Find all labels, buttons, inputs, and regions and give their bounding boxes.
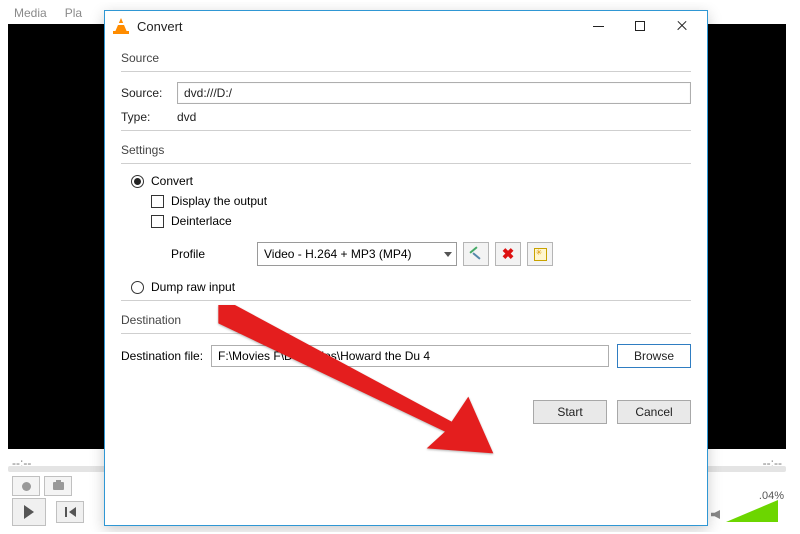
chevron-down-icon [444, 252, 452, 257]
profile-select[interactable]: Video - H.264 + MP3 (MP4) [257, 242, 457, 266]
radio-icon [131, 281, 144, 294]
divider [121, 300, 691, 301]
tools-icon [469, 247, 483, 261]
titlebar[interactable]: Convert [105, 11, 707, 41]
settings-group: Settings Convert Display the output Dein… [121, 143, 691, 301]
divider [121, 130, 691, 131]
dialog-title: Convert [137, 19, 577, 34]
camera-icon [53, 482, 64, 490]
menu-play-truncated[interactable]: Pla [65, 6, 82, 20]
volume-slider[interactable] [726, 500, 778, 522]
settings-group-title: Settings [121, 143, 691, 157]
dump-raw-radio[interactable]: Dump raw input [131, 280, 691, 294]
deinterlace-checkbox[interactable]: Deinterlace [151, 214, 691, 228]
start-button[interactable]: Start [533, 400, 607, 424]
source-input[interactable]: dvd:///D:/ [177, 82, 691, 104]
source-label: Source: [121, 86, 169, 100]
deinterlace-label: Deinterlace [171, 214, 232, 228]
delete-profile-button[interactable]: ✖ [495, 242, 521, 266]
vlc-menubar: Media Pla [14, 6, 82, 20]
speaker-icon[interactable] [711, 508, 722, 522]
menu-media[interactable]: Media [14, 6, 47, 20]
record-icon [22, 482, 31, 491]
snapshot-button[interactable] [44, 476, 72, 496]
dialog-footer: Start Cancel [105, 390, 707, 424]
maximize-icon [635, 21, 645, 31]
close-button[interactable] [661, 12, 703, 40]
destination-file-label: Destination file: [121, 349, 203, 363]
delete-icon: ✖ [502, 245, 515, 263]
browse-button[interactable]: Browse [617, 344, 691, 368]
destination-group-title: Destination [121, 313, 691, 327]
edit-profile-button[interactable] [463, 242, 489, 266]
profile-value: Video - H.264 + MP3 (MP4) [264, 247, 412, 261]
new-profile-icon [534, 248, 547, 261]
source-group-title: Source [121, 51, 691, 65]
new-profile-button[interactable] [527, 242, 553, 266]
destination-file-input[interactable]: F:\Movies F\DVD Rips\Howard the Du 4 [211, 345, 609, 367]
play-button[interactable] [12, 498, 46, 526]
play-icon [24, 505, 34, 519]
divider [121, 163, 691, 164]
radio-icon [131, 175, 144, 188]
previous-button[interactable] [56, 501, 84, 523]
divider [121, 333, 691, 334]
convert-radio-label: Convert [151, 174, 193, 188]
dump-raw-label: Dump raw input [151, 280, 235, 294]
vlc-cone-icon [113, 18, 129, 34]
destination-group: Destination Destination file: F:\Movies … [121, 313, 691, 368]
checkbox-icon [151, 195, 164, 208]
display-output-checkbox[interactable]: Display the output [151, 194, 691, 208]
source-group: Source Source: dvd:///D:/ Type: dvd [121, 51, 691, 131]
volume-percent: .04% [759, 490, 784, 502]
close-icon [676, 20, 688, 32]
display-output-label: Display the output [171, 194, 267, 208]
minimize-icon [593, 26, 604, 27]
cancel-button[interactable]: Cancel [617, 400, 691, 424]
convert-radio[interactable]: Convert [131, 174, 691, 188]
minimize-button[interactable] [577, 12, 619, 40]
profile-label: Profile [171, 247, 251, 261]
type-value: dvd [177, 110, 196, 124]
type-label: Type: [121, 110, 169, 124]
maximize-button[interactable] [619, 12, 661, 40]
record-button[interactable] [12, 476, 40, 496]
convert-dialog: Convert Source Source: dvd:///D:/ Type: … [104, 10, 708, 526]
divider [121, 71, 691, 72]
checkbox-icon [151, 215, 164, 228]
